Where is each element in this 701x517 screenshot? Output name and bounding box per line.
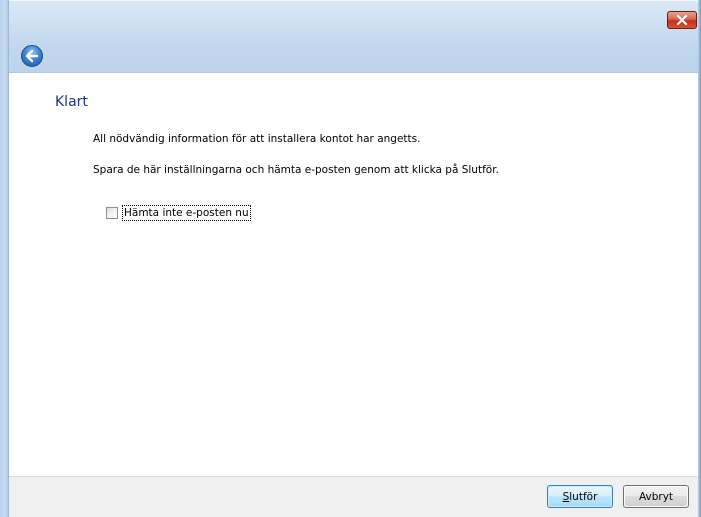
- close-icon: [676, 15, 688, 25]
- cancel-button[interactable]: Avbryt: [623, 485, 689, 508]
- dont-fetch-option[interactable]: Hämta inte e-posten nu: [106, 205, 251, 221]
- back-button[interactable]: [21, 45, 43, 67]
- dont-fetch-label[interactable]: Hämta inte e-posten nu: [122, 205, 251, 221]
- page-title: Klart: [55, 94, 88, 110]
- finish-mnemonic: S: [562, 490, 570, 503]
- window-frame-left: [0, 0, 9, 517]
- wizard-window: Klart All nödvändig information för att …: [0, 0, 701, 517]
- finish-label-rest: lutför: [569, 490, 598, 503]
- close-button[interactable]: [667, 11, 697, 29]
- finish-button[interactable]: Slutför: [547, 485, 613, 508]
- info-text-2: Spara de här inställningarna och hämta e…: [93, 164, 499, 176]
- back-arrow-icon: [25, 49, 39, 63]
- info-text-1: All nödvändig information för att instal…: [93, 133, 421, 145]
- title-bar[interactable]: [0, 0, 701, 73]
- dont-fetch-checkbox[interactable]: [106, 207, 118, 219]
